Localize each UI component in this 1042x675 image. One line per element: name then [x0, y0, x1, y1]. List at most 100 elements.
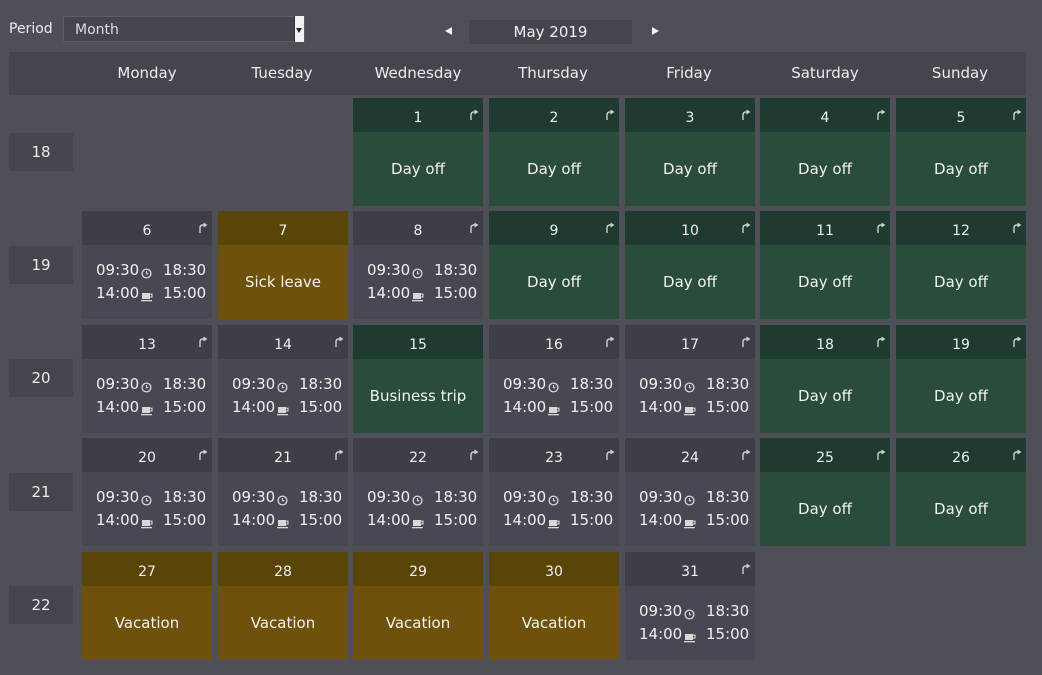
day-cell-26[interactable]: 26 Day off	[896, 438, 1026, 546]
day-cell-13[interactable]: 13 09:30 18:30 14:00 15:00	[82, 325, 212, 433]
day-cell-23[interactable]: 23 09:30 18:30 14:00 15:00	[489, 438, 619, 546]
day-cell-30[interactable]: 30 Vacation	[489, 552, 619, 660]
day-number: 1	[413, 110, 423, 126]
day-cell-28[interactable]: 28 Vacation	[218, 552, 348, 660]
day-cell-10[interactable]: 10 Day off	[625, 211, 755, 319]
break-end-time: 15:00	[163, 398, 207, 416]
chevron-down-icon[interactable]	[294, 16, 304, 42]
export-arrow-icon[interactable]	[605, 106, 615, 120]
day-status-label: Day off	[527, 273, 581, 291]
export-arrow-icon[interactable]	[741, 219, 751, 233]
export-arrow-icon[interactable]	[605, 333, 615, 347]
coffee-cup-icon	[141, 407, 153, 416]
weekday-header-wednesday: Wednesday	[374, 64, 462, 82]
day-cell-body: 09:30 18:30 14:00 15:00	[82, 359, 212, 433]
day-number: 14	[274, 337, 292, 353]
day-cell-17[interactable]: 17 09:30 18:30 14:00 15:00	[625, 325, 755, 433]
day-cell-22[interactable]: 22 09:30 18:30 14:00 15:00	[353, 438, 483, 546]
work-end-time: 18:30	[706, 375, 750, 393]
export-arrow-icon[interactable]	[198, 333, 208, 347]
export-arrow-icon[interactable]	[1012, 106, 1022, 120]
work-start-time: 09:30	[503, 375, 547, 393]
next-month-button[interactable]	[652, 27, 659, 35]
day-cell-15[interactable]: 15 Business trip	[353, 325, 483, 433]
day-cell-header: 31	[625, 552, 755, 586]
day-cell-body: 09:30 18:30 14:00 15:00	[218, 359, 348, 433]
export-arrow-icon[interactable]	[876, 333, 886, 347]
export-arrow-icon[interactable]	[741, 106, 751, 120]
export-arrow-icon[interactable]	[876, 446, 886, 460]
export-arrow-icon[interactable]	[1012, 219, 1022, 233]
day-cell-18[interactable]: 18 Day off	[760, 325, 890, 433]
export-arrow-icon[interactable]	[605, 446, 615, 460]
work-end-time: 18:30	[570, 488, 614, 506]
day-cell-31[interactable]: 31 09:30 18:30 14:00 15:00	[625, 552, 755, 660]
day-cell-12[interactable]: 12 Day off	[896, 211, 1026, 319]
export-arrow-icon[interactable]	[198, 446, 208, 460]
toolbar: Period Month May 2019	[0, 0, 1042, 50]
work-start-time: 09:30	[639, 488, 683, 506]
period-select[interactable]: Month	[63, 16, 305, 42]
day-cell-3[interactable]: 3 Day off	[625, 98, 755, 206]
break-hours-line: 14:00 15:00	[353, 284, 483, 304]
export-arrow-icon[interactable]	[469, 446, 479, 460]
day-status-label: Day off	[391, 160, 445, 178]
day-cell-header: 28	[218, 552, 348, 586]
day-cell-21[interactable]: 21 09:30 18:30 14:00 15:00	[218, 438, 348, 546]
export-arrow-icon[interactable]	[334, 333, 344, 347]
day-cell-27[interactable]: 27 Vacation	[82, 552, 212, 660]
export-arrow-icon	[742, 336, 751, 347]
day-cell-header: 14	[218, 325, 348, 359]
export-arrow-icon[interactable]	[1012, 333, 1022, 347]
break-start-time: 14:00	[232, 398, 276, 416]
export-arrow-icon	[877, 222, 886, 233]
coffee-cup-icon	[412, 515, 424, 533]
day-cell-20[interactable]: 20 09:30 18:30 14:00 15:00	[82, 438, 212, 546]
export-arrow-icon[interactable]	[741, 333, 751, 347]
coffee-cup-icon	[684, 407, 696, 416]
work-start-time: 09:30	[232, 488, 276, 506]
day-cell-14[interactable]: 14 09:30 18:30 14:00 15:00	[218, 325, 348, 433]
day-cell-2[interactable]: 2 Day off	[489, 98, 619, 206]
previous-month-button[interactable]	[445, 27, 452, 35]
day-cell-1[interactable]: 1 Day off	[353, 98, 483, 206]
day-cell-24[interactable]: 24 09:30 18:30 14:00 15:00	[625, 438, 755, 546]
work-hours-line: 09:30 18:30	[625, 602, 755, 622]
export-arrow-icon[interactable]	[198, 219, 208, 233]
export-arrow-icon[interactable]	[469, 219, 479, 233]
break-hours-line: 14:00 15:00	[82, 511, 212, 531]
export-arrow-icon[interactable]	[1012, 446, 1022, 460]
day-cell-11[interactable]: 11 Day off	[760, 211, 890, 319]
clock-icon	[684, 379, 695, 397]
day-cell-5[interactable]: 5 Day off	[896, 98, 1026, 206]
export-arrow-icon[interactable]	[334, 446, 344, 460]
day-cell-8[interactable]: 8 09:30 18:30 14:00 15:00	[353, 211, 483, 319]
day-cell-body: Vacation	[218, 586, 348, 660]
export-arrow-icon	[742, 222, 751, 233]
day-number: 18	[816, 337, 834, 353]
day-cell-4[interactable]: 4 Day off	[760, 98, 890, 206]
coffee-cup-icon	[548, 407, 560, 416]
day-cell-19[interactable]: 19 Day off	[896, 325, 1026, 433]
export-arrow-icon[interactable]	[605, 219, 615, 233]
day-cell-7[interactable]: 7 Sick leave	[218, 211, 348, 319]
export-arrow-icon[interactable]	[741, 560, 751, 574]
day-cell-25[interactable]: 25 Day off	[760, 438, 890, 546]
day-cell-16[interactable]: 16 09:30 18:30 14:00 15:00	[489, 325, 619, 433]
export-arrow-icon[interactable]	[876, 219, 886, 233]
export-arrow-icon[interactable]	[469, 106, 479, 120]
export-arrow-icon	[199, 336, 208, 347]
day-cell-29[interactable]: 29 Vacation	[353, 552, 483, 660]
weekday-header-tuesday: Tuesday	[251, 64, 313, 82]
day-cell-9[interactable]: 9 Day off	[489, 211, 619, 319]
export-arrow-icon[interactable]	[876, 106, 886, 120]
day-status-label: Vacation	[250, 614, 316, 632]
export-arrow-icon[interactable]	[741, 446, 751, 460]
work-hours-line: 09:30 18:30	[489, 488, 619, 508]
break-hours-line: 14:00 15:00	[218, 511, 348, 531]
export-arrow-icon	[606, 222, 615, 233]
day-cell-6[interactable]: 6 09:30 18:30 14:00 15:00	[82, 211, 212, 319]
day-cell-header: 8	[353, 211, 483, 245]
break-start-time: 14:00	[503, 398, 547, 416]
day-number: 8	[413, 223, 423, 239]
